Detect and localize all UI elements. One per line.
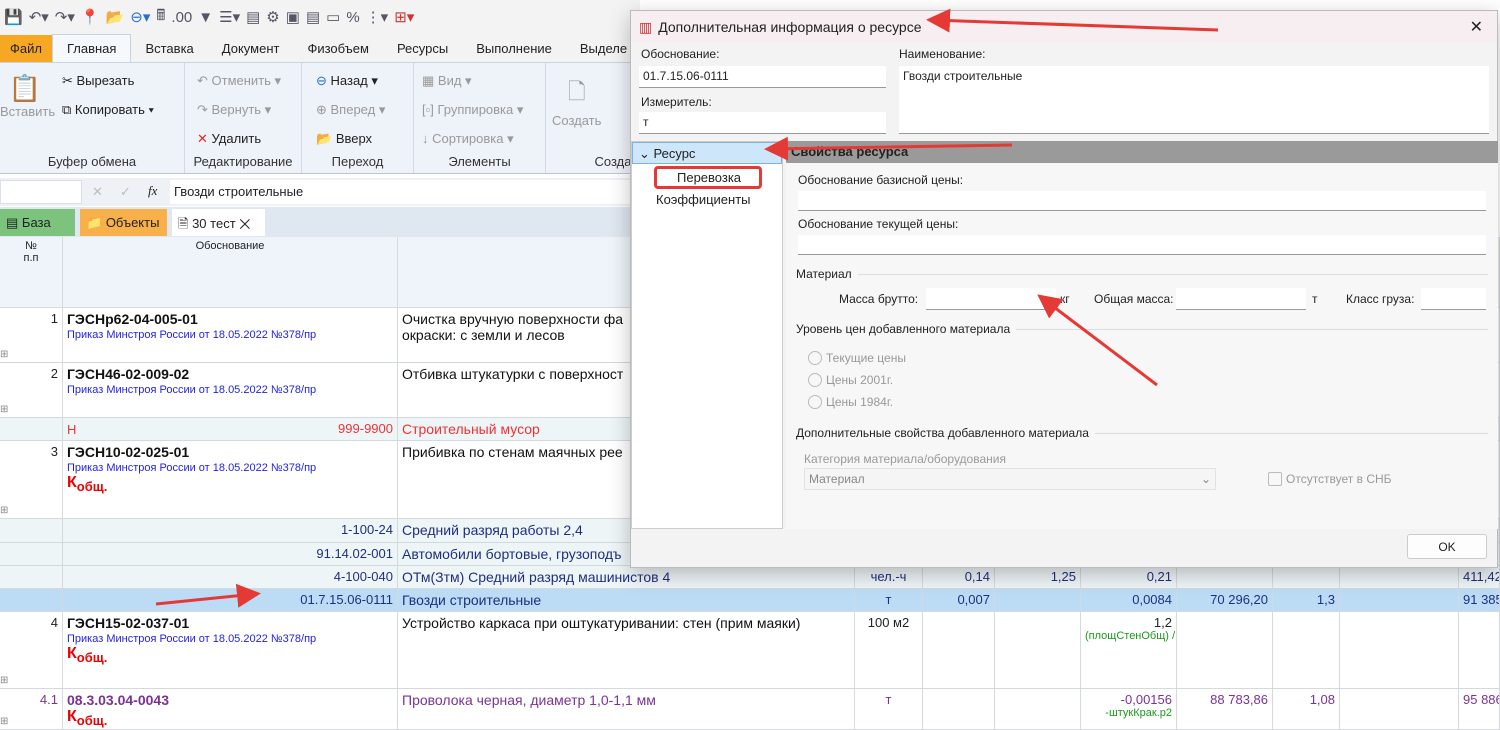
arrow-gross-mass xyxy=(1037,294,1158,387)
arrow-resource xyxy=(764,136,1013,161)
annotation-arrows xyxy=(155,8,1219,608)
arrow-selected-row xyxy=(155,583,261,608)
arrow-title xyxy=(926,8,1219,33)
